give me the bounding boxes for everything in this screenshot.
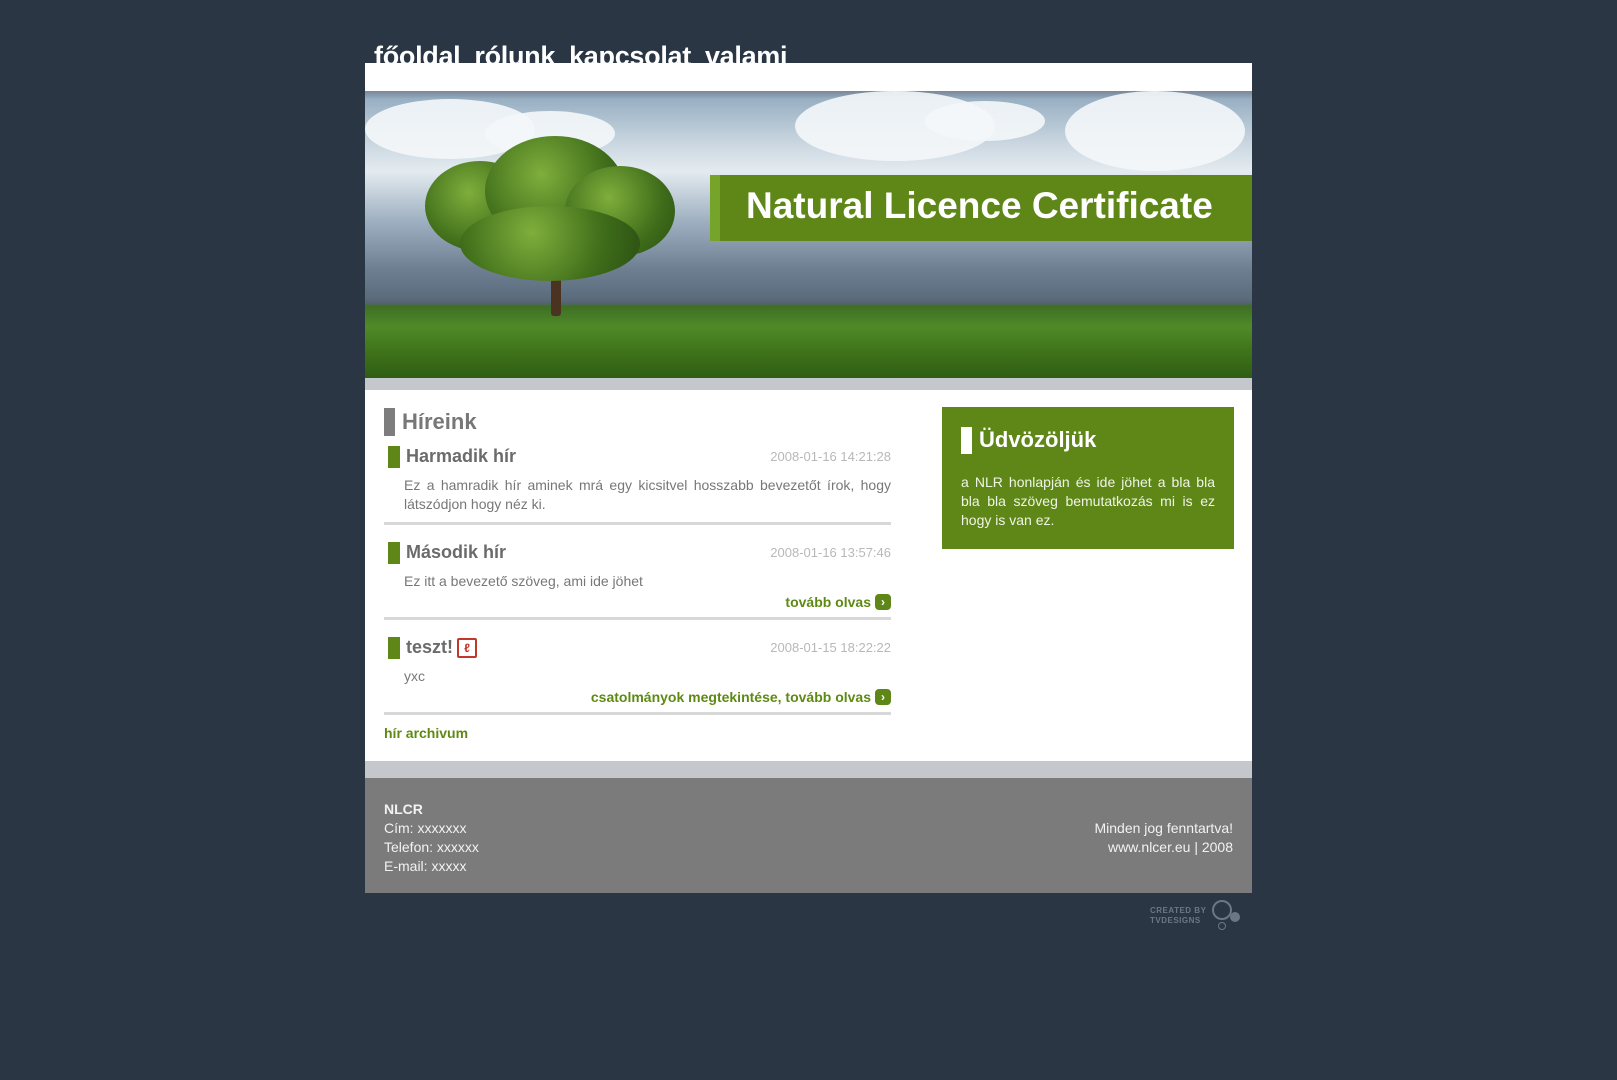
credit-circle-icon (1212, 900, 1232, 920)
credit-line2: TVDESIGNS (1150, 916, 1201, 925)
divider-bar (365, 761, 1252, 778)
arrow-right-icon[interactable]: › (875, 689, 891, 705)
credit-small-circle-icon (1218, 922, 1226, 930)
welcome-marker (961, 427, 972, 454)
news-item-date: 2008-01-16 13:57:46 (770, 545, 891, 560)
tree-foliage (460, 206, 640, 281)
footer: NLCR Cím: xxxxxxx Telefon: xxxxxx E-mail… (365, 778, 1252, 893)
credit-line1: CREATED BY (1150, 906, 1207, 915)
read-more-link[interactable]: tovább olvas › (384, 591, 891, 613)
news-heading-text: Híreink (402, 409, 477, 434)
footer-address: Cím: xxxxxxx (384, 820, 467, 836)
welcome-text: a NLR honlapján és ide jöhet a bla bla b… (961, 474, 1215, 528)
footer-site: www.nlcer.eu | 2008 (1107, 839, 1233, 855)
welcome-title: Üdvözöljük (979, 427, 1097, 452)
news-item-body: yxc (404, 668, 425, 684)
footer-contact: NLCR Cím: xxxxxxx Telefon: xxxxxx E-mail… (384, 800, 479, 876)
news-item-marker (388, 637, 400, 659)
footer-rights-text: Minden jog fenntartva! (1094, 820, 1233, 836)
footer-rights: Minden jog fenntartva! www.nlcer.eu | 20… (1094, 819, 1233, 857)
divider-bar (365, 378, 1252, 390)
news-item: teszt! ℓ 2008-01-15 18:22:22 yxc csatolmá… (384, 637, 891, 715)
news-item-header: teszt! ℓ 2008-01-15 18:22:22 (384, 637, 891, 661)
designer-credit-logo[interactable]: CREATED BY TVDESIGNS (1150, 900, 1245, 930)
news-item-title[interactable]: Második hír (406, 542, 506, 563)
welcome-box: Üdvözöljük a NLR honlapján és ide jöhet … (942, 407, 1234, 549)
read-more-label[interactable]: csatolmányok megtekintése, tovább olvas (591, 689, 871, 705)
news-item-date: 2008-01-16 14:21:28 (770, 449, 891, 464)
news-item-title[interactable]: Harmadik hír (406, 446, 516, 467)
pdf-icon[interactable]: ℓ (457, 638, 478, 658)
header-strip (365, 63, 1252, 91)
header-banner: Natural Licence Certificate (365, 91, 1252, 378)
arrow-right-icon[interactable]: › (875, 594, 891, 610)
news-item: Harmadik hír 2008-01-16 14:21:28 Ez a ha… (384, 446, 891, 525)
footer-phone: Telefon: xxxxxx (384, 839, 479, 855)
news-section: Híreink Harmadik hír 2008-01-16 14:21:28… (384, 408, 891, 715)
footer-org: NLCR (384, 801, 423, 817)
news-item-marker (388, 542, 400, 564)
banner-title-box: Natural Licence Certificate (710, 175, 1252, 241)
news-item-header: Második hír 2008-01-16 13:57:46 (384, 542, 891, 566)
news-item-body: Ez a hamradik hír aminek mrá egy kicsitv… (404, 477, 891, 512)
news-item: Második hír 2008-01-16 13:57:46 Ez itt a… (384, 542, 891, 620)
news-item-header: Harmadik hír 2008-01-16 14:21:28 (384, 446, 891, 470)
page-container: Natural Licence Certificate Híreink Harm… (365, 63, 1252, 893)
cloud (925, 101, 1045, 141)
site-title: Natural Licence Certificate (746, 185, 1213, 226)
news-archive-link[interactable]: hír archivum (384, 725, 468, 741)
news-item-marker (388, 446, 400, 468)
cloud (1065, 91, 1245, 171)
news-item-title-text[interactable]: teszt! (406, 637, 453, 657)
news-heading: Híreink (384, 408, 891, 438)
credit-dot-icon (1230, 912, 1240, 922)
read-more-link[interactable]: csatolmányok megtekintése, tovább olvas › (384, 686, 891, 708)
read-more-label[interactable]: tovább olvas (785, 594, 871, 610)
heading-marker (384, 408, 395, 436)
news-item-date: 2008-01-15 18:22:22 (770, 640, 891, 655)
news-item-body: Ez itt a bevezető szöveg, ami ide jöhet (404, 573, 643, 589)
news-item-title[interactable]: teszt! ℓ (406, 637, 478, 658)
footer-email: E-mail: xxxxx (384, 858, 467, 874)
